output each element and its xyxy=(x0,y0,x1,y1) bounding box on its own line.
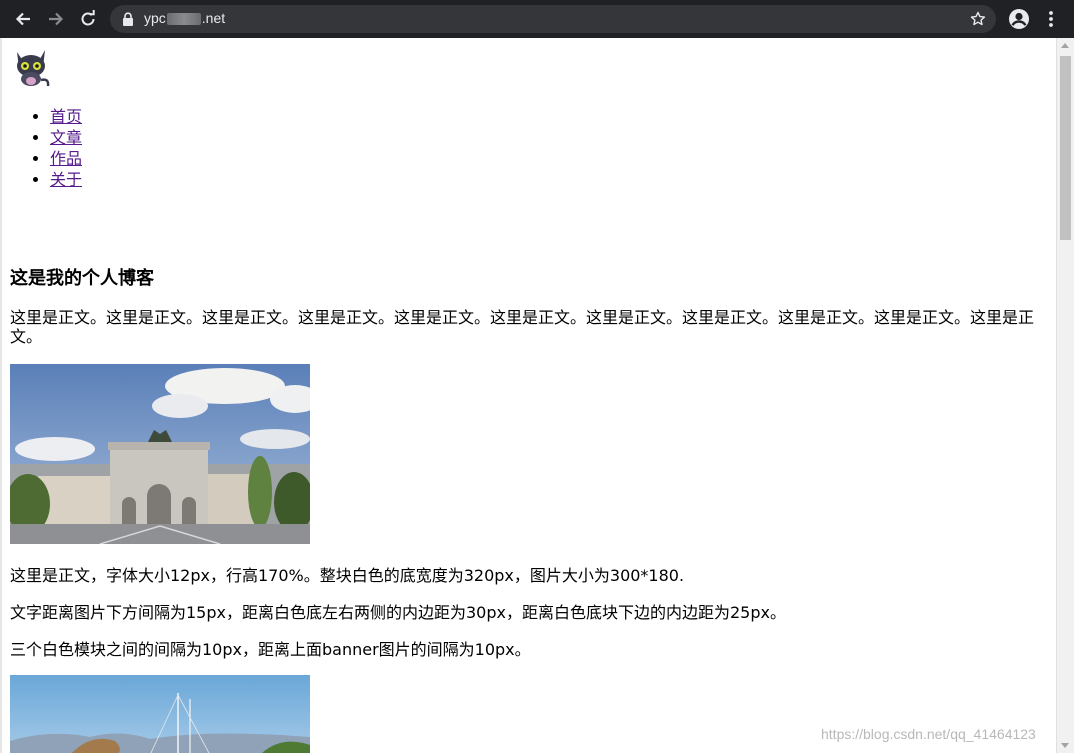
intro-paragraph: 这里是正文。这里是正文。这里是正文。这里是正文。这里是正文。这里是正文。这里是正… xyxy=(10,308,1035,346)
reload-button[interactable] xyxy=(76,7,100,31)
arch-photo xyxy=(10,364,310,544)
forward-button[interactable] xyxy=(44,7,68,31)
nav-item: 文章 xyxy=(50,127,82,148)
body-paragraph: 文字距离图片下方间隔为15px，距离白色底左右两侧的内边距为30px，距离白色底… xyxy=(10,603,786,622)
page-title: 这是我的个人博客 xyxy=(10,268,154,289)
url-suffix: .net xyxy=(201,10,226,26)
watermark: https://blog.csdn.net/qq_41464123 xyxy=(821,726,1036,742)
harbor-photo xyxy=(10,675,310,753)
account-icon[interactable] xyxy=(1008,8,1030,30)
reload-icon xyxy=(81,10,95,26)
cat-logo-icon[interactable] xyxy=(10,44,52,88)
redacted-url-part xyxy=(166,13,201,26)
scroll-down-arrow[interactable] xyxy=(1061,743,1069,748)
star-icon[interactable] xyxy=(970,11,986,27)
nav-link-home[interactable]: 首页 xyxy=(50,107,82,126)
body-paragraph: 三个白色模块之间的间隔为10px，距离上面banner图片的间隔为10px。 xyxy=(10,640,531,659)
page-viewport: 首页 文章 作品 关于 这是我的个人博客 这里是正文。这里是正文。这里是正文。这… xyxy=(0,38,1058,753)
browser-toolbar: ypc .net xyxy=(0,0,1074,38)
address-bar[interactable]: ypc .net xyxy=(110,5,996,33)
back-button[interactable] xyxy=(11,7,35,31)
vertical-scrollbar[interactable] xyxy=(1056,38,1074,753)
nav-link-articles[interactable]: 文章 xyxy=(50,128,82,147)
kebab-menu-icon[interactable] xyxy=(1044,8,1058,30)
nav-item: 首页 xyxy=(50,106,82,127)
url-prefix: ypc xyxy=(144,10,166,26)
nav-item: 作品 xyxy=(50,148,82,169)
arrow-right-icon xyxy=(49,12,64,26)
scroll-up-arrow[interactable] xyxy=(1061,43,1069,48)
nav-link-about[interactable]: 关于 xyxy=(50,170,82,189)
lock-icon xyxy=(123,12,133,26)
body-paragraph: 这里是正文，字体大小12px，行高170%。整块白色的底宽度为320px，图片大… xyxy=(10,566,685,585)
nav-link-works[interactable]: 作品 xyxy=(50,149,82,168)
nav-item: 关于 xyxy=(50,169,82,190)
scroll-thumb[interactable] xyxy=(1060,56,1071,240)
url-text: ypc .net xyxy=(144,10,225,26)
arrow-left-icon xyxy=(15,12,30,26)
main-nav: 首页 文章 作品 关于 xyxy=(10,106,82,190)
